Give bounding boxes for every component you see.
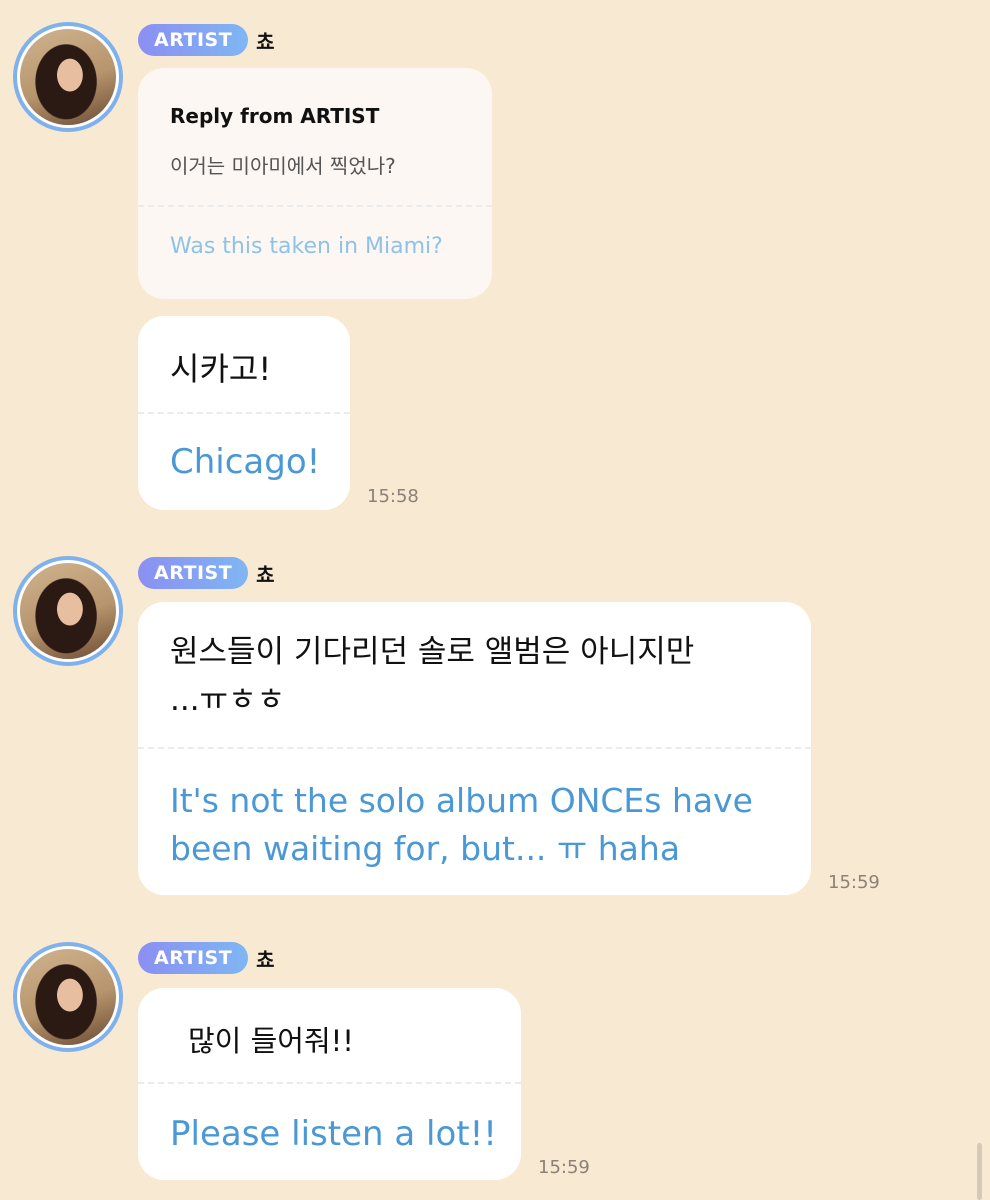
artist-avatar[interactable] [13, 942, 123, 1052]
message-bubble[interactable]: 원스들이 기다리던 솔로 앨범은 아니지만 ...ㅠㅎㅎ It's not th… [138, 602, 811, 895]
sender-name: 쵸 [256, 947, 275, 972]
reply-quote-bubble[interactable]: Reply from ARTIST 이거는 미아미에서 찍었나? Was thi… [138, 68, 492, 299]
message-english-line: It's not the solo album ONCEs have [170, 781, 753, 820]
sender-row: ARTIST 쵸 [138, 556, 275, 590]
bubble-divider [138, 1082, 521, 1084]
sender-row: ARTIST 쵸 [138, 941, 275, 975]
message-timestamp: 15:59 [538, 1157, 590, 1178]
message-english-text: Chicago! [170, 442, 321, 482]
sender-name: 쵸 [256, 29, 275, 54]
message-english-line: been waiting for, but... ㅠ haha [170, 829, 681, 868]
artist-badge: ARTIST [138, 942, 249, 974]
sender-name: 쵸 [256, 562, 275, 587]
message-timestamp: 15:59 [828, 872, 880, 893]
message-english-text: Please listen a lot!! [170, 1114, 497, 1154]
artist-badge: ARTIST [138, 24, 249, 56]
artist-avatar[interactable] [13, 556, 123, 666]
message-english-text: It's not the solo album ONCEs have been … [170, 777, 753, 873]
bubble-divider [138, 747, 811, 749]
reply-original-english: Was this taken in Miami? [170, 234, 443, 259]
message-bubble[interactable]: 시카고! Chicago! [138, 316, 350, 510]
avatar-photo [20, 563, 116, 659]
artist-avatar[interactable] [13, 22, 123, 132]
artist-badge: ARTIST [138, 557, 249, 589]
bubble-divider [138, 412, 350, 414]
message-korean-text: 시카고! [170, 350, 272, 388]
message-bubble[interactable]: 많이 들어줘!! Please listen a lot!! [138, 988, 521, 1180]
reply-original-korean: 이거는 미아미에서 찍었나? [170, 154, 396, 178]
bubble-divider [138, 205, 492, 207]
scrollbar[interactable] [977, 1143, 982, 1200]
message-korean-text: 원스들이 기다리던 솔로 앨범은 아니지만 ...ㅠㅎㅎ [170, 628, 694, 724]
message-timestamp: 15:58 [367, 486, 419, 507]
sender-row: ARTIST 쵸 [138, 23, 275, 57]
message-korean-line: ...ㅠㅎㅎ [170, 682, 286, 718]
avatar-photo [20, 29, 116, 125]
message-korean-line: 원스들이 기다리던 솔로 앨범은 아니지만 [170, 634, 695, 670]
message-korean-text: 많이 들어줘!! [188, 1024, 354, 1058]
reply-title: Reply from ARTIST [170, 104, 380, 128]
avatar-photo [20, 949, 116, 1045]
